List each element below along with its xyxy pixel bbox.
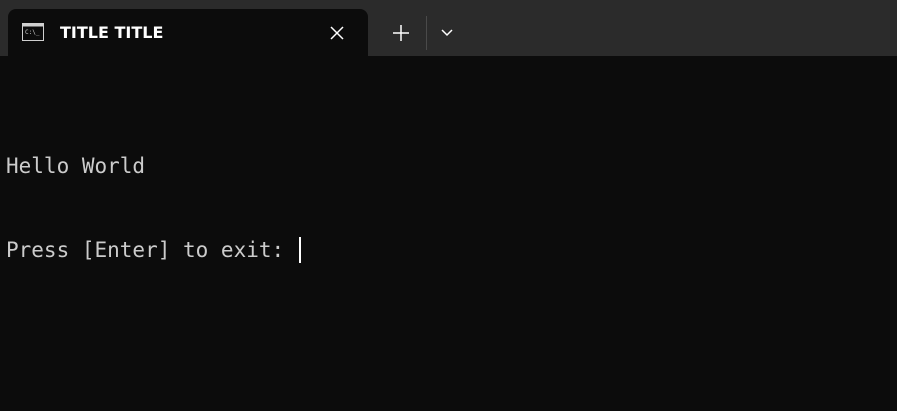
terminal-output[interactable]: Hello World Press [Enter] to exit: (6, 96, 301, 320)
dropdown-button[interactable] (432, 18, 462, 48)
terminal-window: C:\_ TITLE TITLE Hello World Press [Ente… (0, 0, 897, 411)
close-icon[interactable] (326, 22, 348, 44)
text-cursor (298, 237, 301, 263)
plus-icon (393, 25, 409, 41)
tab-divider (426, 16, 427, 50)
tab-bar: C:\_ TITLE TITLE (0, 0, 897, 56)
output-line: Hello World (6, 154, 146, 178)
terminal-icon: C:\_ (22, 23, 44, 41)
svg-text:C:\_: C:\_ (25, 29, 40, 36)
prompt-line: Press [Enter] to exit: (6, 236, 301, 264)
tab-title: TITLE TITLE (60, 23, 164, 42)
prompt-text: Press [Enter] to exit: (6, 238, 297, 262)
active-tab[interactable]: C:\_ TITLE TITLE (8, 9, 368, 56)
new-tab-button[interactable] (386, 18, 416, 48)
chevron-down-icon (441, 29, 453, 37)
